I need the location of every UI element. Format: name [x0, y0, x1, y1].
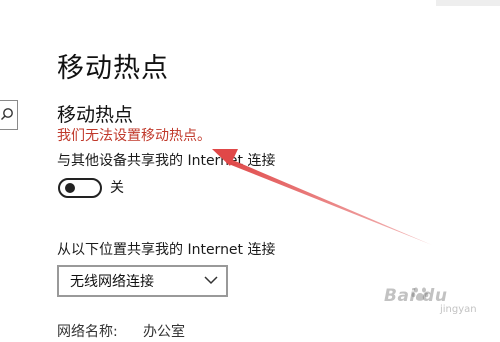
paw-icon [411, 287, 429, 301]
baidu-watermark: Bai du jingyan [378, 284, 496, 320]
watermark-subtext: jingyan [440, 304, 477, 315]
